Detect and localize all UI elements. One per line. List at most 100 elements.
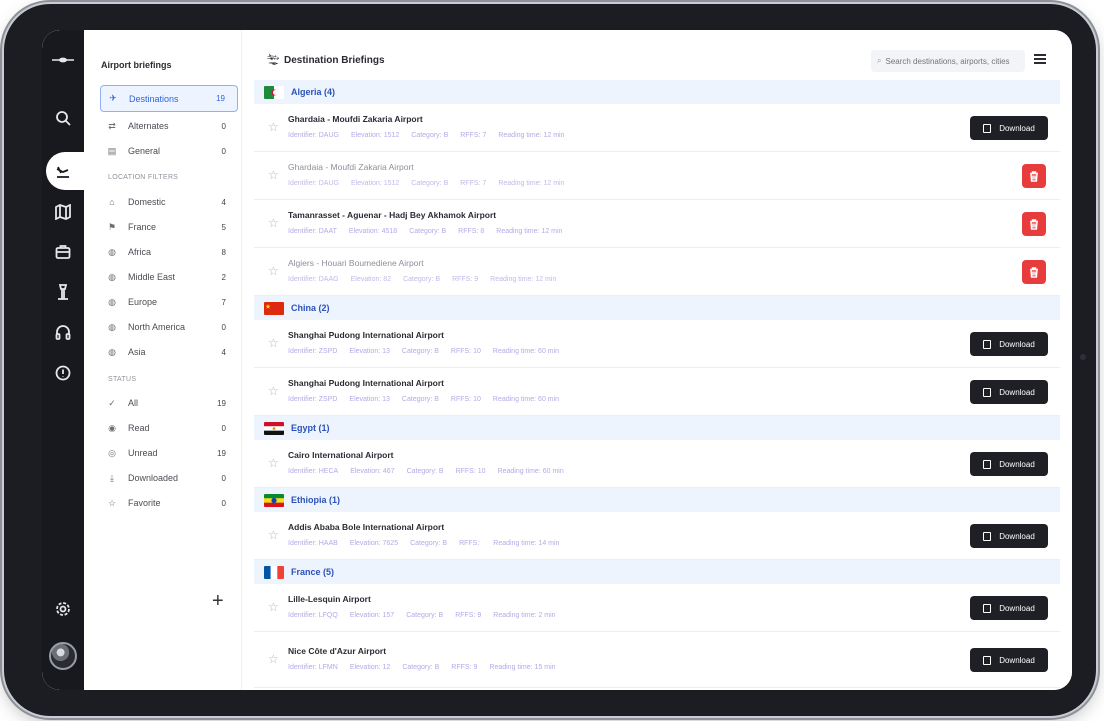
airport-row[interactable]: ☆ Lille-Lesquin Airport Identifier: LFQQ El…: [254, 584, 1060, 632]
sidebar-item-north-america[interactable]: ◍ North America 0: [100, 315, 238, 339]
tower-icon[interactable]: [53, 282, 73, 302]
sidebar-item-count: 5: [221, 222, 226, 232]
alert-icon[interactable]: [53, 363, 73, 383]
filter-sidebar: Airport briefings ✈ Destinations 19 ⇄ Al…: [84, 30, 242, 690]
sidebar-item-read[interactable]: ◉ Read 0: [100, 416, 238, 440]
favorite-star-icon[interactable]: ☆: [268, 168, 279, 182]
airport-row[interactable]: ☆ Algiers - Houari Boumediene Airport Iden…: [254, 248, 1060, 296]
flag-france-icon: [264, 565, 284, 579]
briefcase-icon[interactable]: [53, 242, 73, 262]
identifier-field: Identifier: DAUG: [288, 132, 339, 139]
airport-row[interactable]: ☆ Ghardaia - Moufdi Zakaria Airport Identi…: [254, 152, 1060, 200]
add-button[interactable]: +: [212, 590, 224, 613]
identifier-label: Identifier:: [288, 276, 317, 283]
favorite-star-icon[interactable]: ☆: [268, 264, 279, 278]
elevation-field: Elevation: 13: [349, 396, 390, 403]
group-header-algeria[interactable]: Algeria (4): [254, 80, 1060, 104]
group-name: France (5): [291, 567, 335, 577]
sidebar-item-general[interactable]: ▤ General 0: [100, 139, 238, 163]
sidebar-item-unread[interactable]: ◎ Unread 19: [100, 441, 238, 465]
sidebar-item-alternates[interactable]: ⇄ Alternates 0: [100, 114, 238, 138]
delete-button[interactable]: [1022, 212, 1046, 236]
favorite-star-icon[interactable]: ☆: [268, 120, 279, 134]
group-header-china[interactable]: China (2): [254, 296, 1060, 320]
sidebar-item-favorite[interactable]: ☆ Favorite 0: [100, 491, 238, 515]
sidebar-item-destinations[interactable]: ✈ Destinations 19: [100, 85, 238, 112]
favorite-star-icon[interactable]: ☆: [268, 528, 279, 542]
reading-time-label: Reading time:: [492, 396, 537, 403]
airport-row[interactable]: ☆ Shanghai Pudong International Airport Id…: [254, 320, 1060, 368]
identifier-label: Identifier:: [288, 132, 317, 139]
menu-icon[interactable]: [1034, 54, 1046, 64]
flag-china-icon: [264, 301, 284, 315]
sidebar-item-europe[interactable]: ◍ Europe 7: [100, 290, 238, 314]
sidebar-item-label: Read: [128, 423, 150, 433]
identifier-field: Identifier: ZSPD: [288, 348, 337, 355]
flag-algeria-icon: [264, 85, 284, 99]
category-field: Category: B: [411, 132, 448, 139]
sidebar-item-asia[interactable]: ◍ Asia 4: [100, 340, 238, 364]
identifier-field: Identifier: DAAT: [288, 228, 337, 235]
favorite-star-icon[interactable]: ☆: [268, 384, 279, 398]
favorite-star-icon[interactable]: ☆: [268, 600, 279, 614]
sidebar-item-all[interactable]: ✓ All 19: [100, 391, 238, 415]
airport-name: Addis Ababa Bole International Airport: [288, 522, 445, 532]
download-button[interactable]: Download: [970, 596, 1048, 620]
download-button[interactable]: Download: [970, 452, 1048, 476]
sidebar-item-france[interactable]: ⚑ France 5: [100, 215, 238, 239]
search-input[interactable]: [885, 56, 1016, 66]
rffs-label: RFFS:: [452, 276, 473, 283]
download-button[interactable]: Download: [970, 116, 1048, 140]
sidebar-item-middle-east[interactable]: ◍ Middle East 2: [100, 265, 238, 289]
sidebar-item-domestic[interactable]: ⌂ Domestic 4: [100, 190, 238, 214]
map-icon[interactable]: [53, 202, 73, 222]
eye-icon: ◉: [108, 422, 116, 433]
download-label: Download: [999, 387, 1035, 397]
sidebar-item-label: Favorite: [128, 498, 161, 508]
airport-name: Shanghai Pudong International Airport: [288, 378, 444, 388]
airport-row[interactable]: ☆ Cairo International Airport Identifier: …: [254, 440, 1060, 488]
avatar[interactable]: [49, 642, 77, 670]
elevation-field: Elevation: 12: [350, 664, 391, 671]
download-button[interactable]: Download: [970, 648, 1048, 672]
rffs-field: RFFS: 9: [455, 612, 481, 619]
globe-icon: ◍: [108, 296, 116, 307]
identifier-label: Identifier:: [288, 180, 317, 187]
airport-row[interactable]: ☆ Addis Ababa Bole International Airport I…: [254, 512, 1060, 560]
flag-egypt-icon: [264, 421, 284, 435]
airport-name: Algiers - Houari Boumediene Airport: [288, 258, 424, 268]
headphones-icon[interactable]: [53, 322, 73, 342]
sidebar-item-africa[interactable]: ◍ Africa 8: [100, 240, 238, 264]
download-button[interactable]: Download: [970, 524, 1048, 548]
download-button[interactable]: Download: [970, 332, 1048, 356]
elevation-field: Elevation: 157: [350, 612, 394, 619]
airport-row[interactable]: ☆ Shanghai Pudong International Airport Id…: [254, 368, 1060, 416]
group-header-ethiopia[interactable]: Ethiopia (1): [254, 488, 1060, 512]
gear-icon[interactable]: [53, 599, 73, 619]
search-box[interactable]: ⌕: [871, 50, 1025, 72]
search-icon[interactable]: [53, 108, 73, 128]
airport-row[interactable]: ☆ Tamanrasset - Aguenar - Hadj Bey Akhamo…: [254, 200, 1060, 248]
sidebar-item-count: 8: [221, 247, 226, 257]
favorite-star-icon[interactable]: ☆: [268, 652, 279, 666]
airport-meta: Identifier: HAAB Elevation: 7625 Category:…: [288, 540, 571, 547]
download-button[interactable]: Download: [970, 380, 1048, 404]
favorite-star-icon[interactable]: ☆: [268, 336, 279, 350]
delete-button[interactable]: [1022, 260, 1046, 284]
identifier-value: HAAB: [318, 540, 338, 547]
favorite-star-icon[interactable]: ☆: [268, 216, 279, 230]
sidebar-item-count: 19: [217, 448, 226, 458]
reading-time-label: Reading time:: [493, 612, 537, 619]
delete-button[interactable]: [1022, 164, 1046, 188]
category-label: Category:: [406, 612, 437, 619]
airport-meta: Identifier: LFMN Elevation: 12 Category: B…: [288, 664, 568, 671]
group-header-france[interactable]: France (5): [254, 560, 1060, 584]
airport-row[interactable]: ☆ Ghardaia - Moufdi Zakaria Airport Identi…: [254, 104, 1060, 152]
rffs-field: RFFS: 7: [460, 180, 486, 187]
identifier-label: Identifier:: [288, 228, 317, 235]
group-header-egypt[interactable]: Egypt (1): [254, 416, 1060, 440]
airport-row[interactable]: ☆ Nice Côte d'Azur Airport Identifier: LFM…: [254, 636, 1060, 688]
sidebar-item-downloaded[interactable]: ⤓ Downloaded 0: [100, 466, 238, 490]
favorite-star-icon[interactable]: ☆: [268, 456, 279, 470]
elevation-value: 1512: [383, 180, 400, 187]
